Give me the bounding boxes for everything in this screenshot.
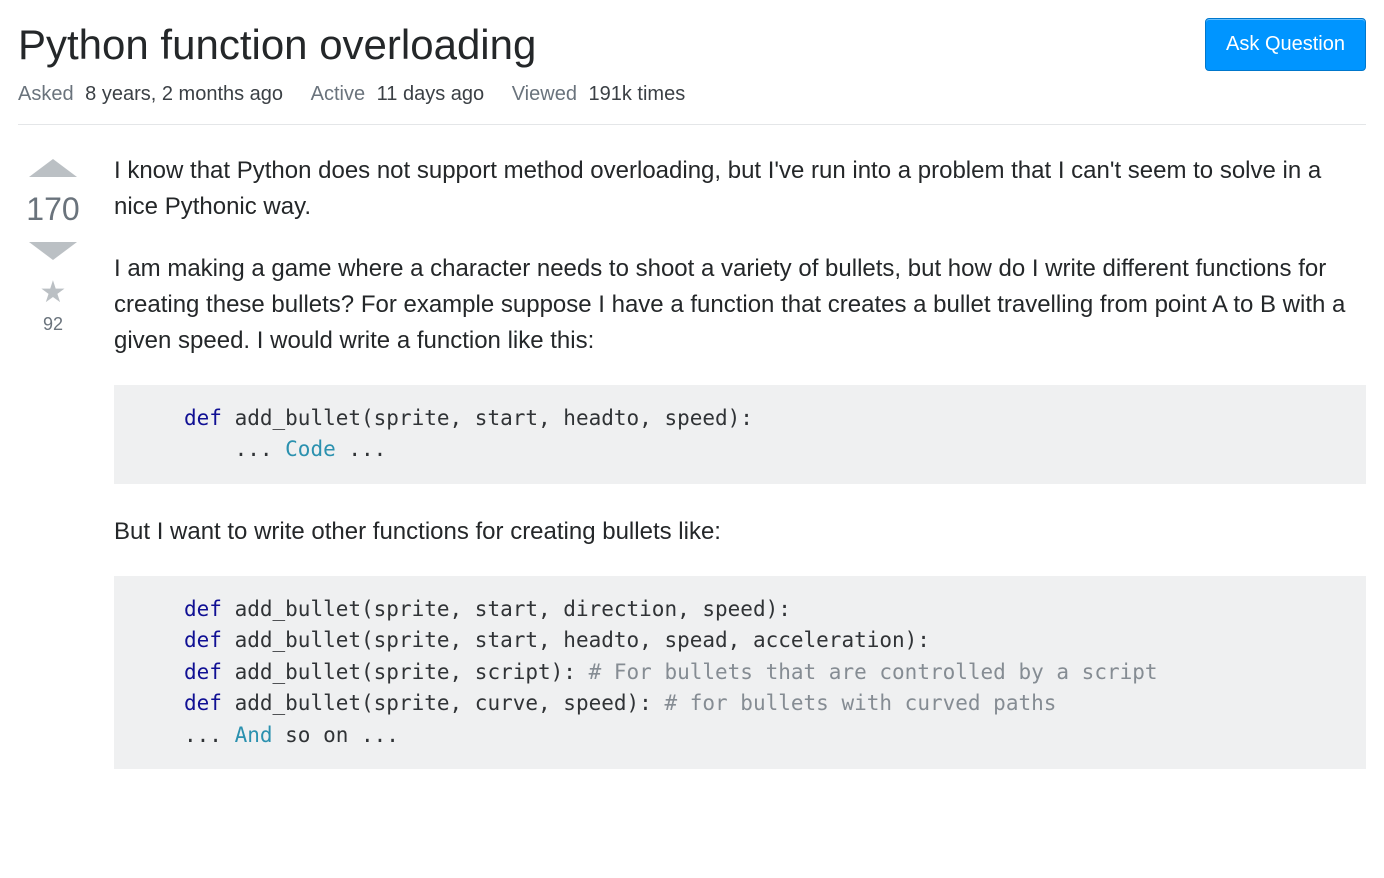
active-value: 11 days ago xyxy=(377,83,485,105)
viewed-value: 191k times xyxy=(589,83,686,105)
vote-column: 170 ★ 92 xyxy=(18,153,88,335)
ask-question-button[interactable]: Ask Question xyxy=(1205,18,1366,71)
paragraph: I am making a game where a character nee… xyxy=(114,251,1366,359)
active-label: Active xyxy=(311,83,365,105)
viewed-label: Viewed xyxy=(512,83,577,105)
favorite-count: 92 xyxy=(43,314,63,335)
code-block: def add_bullet(sprite, start, direction,… xyxy=(114,576,1366,770)
favorite-star-icon[interactable]: ★ xyxy=(40,278,67,308)
question-body: I know that Python does not support meth… xyxy=(114,153,1366,800)
question-meta: Asked 8 years, 2 months ago Active 11 da… xyxy=(18,83,1366,125)
vote-score: 170 xyxy=(26,191,79,228)
downvote-button[interactable] xyxy=(29,242,77,260)
asked-value: 8 years, 2 months ago xyxy=(85,83,283,105)
paragraph: But I want to write other functions for … xyxy=(114,514,1366,550)
upvote-button[interactable] xyxy=(29,159,77,177)
paragraph: I know that Python does not support meth… xyxy=(114,153,1366,225)
code-block: def add_bullet(sprite, start, headto, sp… xyxy=(114,385,1366,484)
asked-label: Asked xyxy=(18,83,74,105)
question-title: Python function overloading xyxy=(18,18,536,73)
